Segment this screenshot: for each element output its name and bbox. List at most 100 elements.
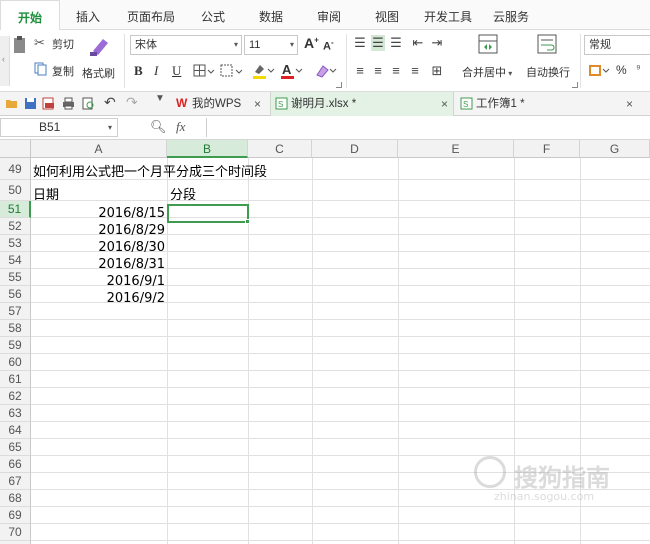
alignment-dialog-launcher[interactable] — [572, 82, 578, 88]
print-preview-icon[interactable] — [82, 97, 95, 110]
customize-toolbar-icon[interactable]: ▼ — [155, 93, 168, 106]
decrease-indent-icon[interactable]: ⇤ — [411, 35, 425, 51]
fill-handle[interactable] — [245, 219, 250, 224]
merge-center-icon[interactable] — [478, 34, 498, 54]
save-icon[interactable] — [24, 97, 37, 110]
active-cell-b51[interactable] — [167, 204, 249, 223]
row-header-70[interactable]: 70 — [0, 524, 31, 541]
open-folder-icon[interactable] — [5, 97, 18, 110]
font-size-select[interactable]: 11 ▾ — [244, 35, 298, 55]
cell-a51[interactable]: 2016/8/15 — [31, 205, 167, 222]
align-right-icon[interactable]: ≡ — [389, 63, 403, 79]
row-header-49[interactable]: 49 — [0, 158, 31, 180]
number-format-select[interactable]: 常规 — [584, 35, 650, 55]
close-icon[interactable]: × — [254, 92, 261, 116]
tab-active-workbook[interactable]: S 谢明月.xlsx * × — [270, 92, 454, 116]
font-dialog-launcher[interactable] — [336, 82, 342, 88]
select-all-corner[interactable] — [0, 140, 31, 158]
align-top-icon[interactable]: ☰ — [353, 35, 367, 51]
highlight-color-icon[interactable] — [252, 62, 276, 80]
wrap-text-button[interactable]: 自动换行 — [526, 64, 570, 80]
row-header-63[interactable]: 63 — [0, 405, 31, 422]
row-header-67[interactable]: 67 — [0, 473, 31, 490]
currency-format-icon[interactable] — [588, 63, 612, 79]
cell-a49-title[interactable]: 如何利用公式把一个月平分成三个时间段 — [33, 164, 267, 181]
font-name-select[interactable]: 宋体 ▾ — [130, 35, 242, 55]
column-header-a[interactable]: A — [31, 140, 167, 158]
row-header-57[interactable]: 57 — [0, 303, 31, 320]
cell-a55[interactable]: 2016/9/1 — [31, 273, 167, 290]
bold-button[interactable]: B — [134, 63, 143, 79]
percent-button[interactable]: % — [616, 63, 627, 77]
print-icon[interactable] — [62, 97, 75, 110]
row-header-61[interactable]: 61 — [0, 371, 31, 388]
fx-icon[interactable]: fx — [176, 119, 185, 135]
row-header-59[interactable]: 59 — [0, 337, 31, 354]
tab-my-wps[interactable]: W 我的WPS × — [172, 92, 268, 116]
name-box[interactable]: B51 ▾ — [0, 118, 118, 137]
tab-developer[interactable]: 开发工具 — [418, 0, 478, 30]
row-header-53[interactable]: 53 — [0, 235, 31, 252]
ribbon-collapse-handle[interactable]: ‹ — [0, 36, 10, 86]
paste-icon[interactable] — [13, 36, 27, 58]
merge-center-button[interactable]: 合并居中 ▾ — [462, 64, 512, 80]
tab-workbook-1[interactable]: S 工作簿1 * × — [456, 92, 650, 116]
align-center-icon[interactable]: ≡ — [371, 63, 385, 79]
increase-indent-icon[interactable]: ⇥ — [430, 35, 444, 51]
close-icon[interactable]: × — [441, 92, 448, 116]
format-painter-button[interactable]: 格式刷 — [82, 33, 116, 89]
cell-a53[interactable]: 2016/8/30 — [31, 239, 167, 256]
export-pdf-icon[interactable] — [42, 97, 55, 110]
column-header-e[interactable]: E — [398, 140, 514, 158]
justify-icon[interactable]: ≡ — [408, 63, 422, 79]
cell-a56[interactable]: 2016/9/2 — [31, 290, 167, 307]
tab-cloud[interactable]: 云服务 — [486, 0, 536, 30]
border-icon[interactable] — [193, 64, 215, 78]
row-header-68[interactable]: 68 — [0, 490, 31, 507]
increase-font-icon[interactable]: A+ — [304, 35, 319, 51]
cell-a54[interactable]: 2016/8/31 — [31, 256, 167, 273]
clear-format-icon[interactable] — [314, 63, 338, 79]
more-number-icon[interactable]: ⁹ — [636, 63, 641, 75]
row-header-52[interactable]: 52 — [0, 218, 31, 235]
row-header-60[interactable]: 60 — [0, 354, 31, 371]
column-header-g[interactable]: G — [580, 140, 650, 158]
font-color-icon[interactable]: A — [280, 62, 304, 80]
cell-a50-date-header[interactable]: 日期 — [33, 187, 59, 204]
redo-icon[interactable]: ↷ — [126, 94, 139, 110]
row-header-62[interactable]: 62 — [0, 388, 31, 405]
row-header-51[interactable]: 51 — [0, 201, 31, 218]
row-header-65[interactable]: 65 — [0, 439, 31, 456]
tab-view[interactable]: 视图 — [364, 0, 410, 30]
italic-button[interactable]: I — [154, 63, 158, 79]
formula-input[interactable] — [206, 118, 650, 137]
align-left-icon[interactable]: ≡ — [353, 63, 367, 79]
row-header-69[interactable]: 69 — [0, 507, 31, 524]
fill-style-icon[interactable] — [220, 64, 244, 78]
row-header-54[interactable]: 54 — [0, 252, 31, 269]
column-header-c[interactable]: C — [248, 140, 312, 158]
row-header-64[interactable]: 64 — [0, 422, 31, 439]
column-header-f[interactable]: F — [514, 140, 580, 158]
tab-insert[interactable]: 插入 — [62, 0, 114, 30]
tab-home[interactable]: 开始 — [0, 0, 60, 31]
column-header-d[interactable]: D — [312, 140, 398, 158]
tab-data[interactable]: 数据 — [248, 0, 294, 30]
column-header-b[interactable]: B — [167, 140, 248, 158]
decrease-font-icon[interactable]: A- — [323, 38, 334, 53]
cell-b50-segment-header[interactable]: 分段 — [170, 187, 196, 204]
tab-formulas[interactable]: 公式 — [190, 0, 236, 30]
align-middle-icon[interactable]: ☰ — [371, 35, 385, 51]
tab-page-layout[interactable]: 页面布局 — [120, 0, 182, 30]
row-header-56[interactable]: 56 — [0, 286, 31, 303]
wrap-text-icon[interactable] — [537, 34, 557, 54]
distributed-icon[interactable]: ⊞ — [430, 63, 444, 79]
zoom-search-icon[interactable]: 🔍︎ — [150, 119, 167, 135]
undo-icon[interactable]: ↶ — [104, 94, 117, 110]
row-header-66[interactable]: 66 — [0, 456, 31, 473]
row-header-55[interactable]: 55 — [0, 269, 31, 286]
align-bottom-icon[interactable]: ☰ — [389, 35, 403, 51]
row-header-58[interactable]: 58 — [0, 320, 31, 337]
cell-a52[interactable]: 2016/8/29 — [31, 222, 167, 239]
tab-review[interactable]: 审阅 — [306, 0, 352, 30]
